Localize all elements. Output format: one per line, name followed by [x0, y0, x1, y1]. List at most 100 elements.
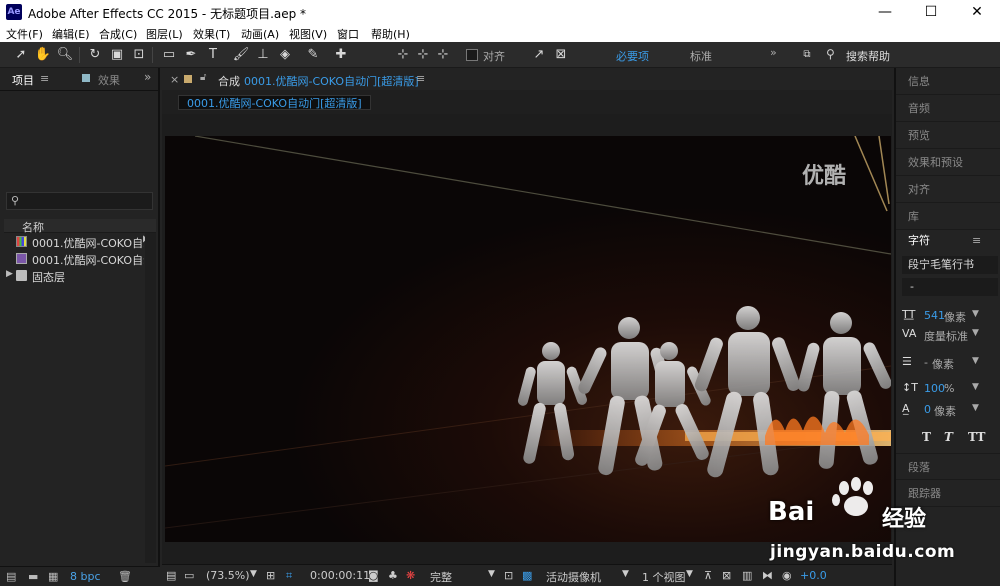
panel-effects-presets[interactable]: 效果和预设 [896, 149, 1000, 176]
rectangle-tool-icon[interactable]: ▭ [160, 46, 178, 64]
fast-preview-icon[interactable]: ⊠ [722, 569, 731, 582]
minimize-button[interactable]: — [862, 0, 908, 24]
leading-value[interactable]: - [924, 356, 928, 369]
sync-settings-icon[interactable]: ⧉ [798, 46, 816, 64]
panel-info[interactable]: 信息 [896, 68, 1000, 95]
menu-layer[interactable]: 图层(L) [146, 26, 183, 42]
view-axis-icon[interactable]: ⊹ [434, 46, 452, 64]
project-panel-menu-icon[interactable]: ≡ [40, 72, 49, 85]
workspace-more-icon[interactable]: » [770, 46, 777, 59]
new-folder-icon[interactable]: ▬ [28, 570, 38, 583]
chevron-down-icon[interactable]: ▼ [488, 569, 495, 579]
camera-dropdown[interactable]: 活动摄像机 [546, 569, 601, 585]
project-item[interactable]: 0001.优酷网-COKO自动 [4, 234, 144, 250]
maximize-button[interactable]: ☐ [908, 0, 954, 24]
faux-italic-button[interactable]: T [944, 430, 953, 444]
brush-tool-icon[interactable]: 🖌︎ [232, 46, 250, 64]
rotate-tool-icon[interactable]: ↻ [86, 46, 104, 64]
chevron-down-icon[interactable]: ▼ [686, 569, 693, 579]
new-composition-icon[interactable]: ▦ [48, 570, 58, 583]
view-layout-dropdown[interactable]: 1 个视图 [642, 569, 686, 585]
menu-help[interactable]: 帮助(H) [371, 26, 410, 42]
panel-preview[interactable]: 预览 [896, 122, 1000, 149]
tab-effects[interactable]: 效果 [98, 72, 120, 88]
close-tab-icon[interactable]: × [170, 73, 179, 86]
color-channel-icon[interactable]: ❋ [406, 569, 415, 582]
close-button[interactable]: ✕ [954, 0, 1000, 24]
workspace-standard[interactable]: 标准 [690, 48, 712, 64]
pen-tool-icon[interactable]: ✒ [182, 46, 200, 64]
chevron-down-icon[interactable]: ▼ [972, 403, 979, 413]
faux-bold-button[interactable]: T [922, 430, 931, 444]
snap-feature-icon[interactable]: ⊠ [552, 46, 570, 64]
zoom-dropdown[interactable]: (73.5%) [206, 569, 250, 582]
composition-panel-menu-icon[interactable]: ≡ [416, 72, 425, 85]
chevron-down-icon[interactable]: ▼ [972, 309, 979, 319]
show-snapshot-icon[interactable]: ♣ [388, 569, 398, 582]
always-preview-icon[interactable]: ▤ [166, 569, 176, 582]
puppet-pin-tool-icon[interactable]: ✚ [332, 46, 350, 64]
menu-window[interactable]: 窗口 [337, 26, 359, 42]
menu-effect[interactable]: 效果(T) [193, 26, 230, 42]
menu-view[interactable]: 视图(V) [289, 26, 327, 42]
toggle-pixel-aspect-icon[interactable]: ⊼ [704, 569, 712, 582]
monitor-icon[interactable]: ▭ [184, 569, 194, 582]
project-search-input[interactable]: ⚲ [6, 192, 153, 210]
composition-tab-label[interactable]: 合成 [218, 73, 240, 89]
left-panel-more-icon[interactable]: » [144, 70, 151, 84]
font-size-value[interactable]: 541 [924, 309, 945, 322]
delete-icon[interactable]: 🗑︎ [118, 570, 132, 583]
camera-tool-icon[interactable]: ▣ [108, 46, 126, 64]
panel-libraries[interactable]: 库 [896, 203, 1000, 230]
eraser-tool-icon[interactable]: ◈ [276, 46, 294, 64]
kerning-value[interactable]: 度量标准 [924, 328, 968, 344]
pan-behind-tool-icon[interactable]: ⊡ [130, 46, 148, 64]
transparency-grid-icon[interactable]: ▩ [522, 569, 532, 582]
chevron-down-icon[interactable]: ▼ [250, 569, 257, 579]
tab-project[interactable]: 项目 [12, 72, 34, 88]
vertical-scale-value[interactable]: 100 [924, 382, 945, 395]
all-caps-button[interactable]: TT [968, 430, 985, 444]
region-of-interest-icon[interactable]: ⊡ [504, 569, 513, 582]
timeline-icon[interactable]: ▥ [742, 569, 752, 582]
workspace-essentials[interactable]: 必要项 [616, 48, 649, 64]
lock-icon[interactable]: 🔓︎ [200, 72, 206, 83]
zoom-tool-icon[interactable]: 🔍︎ [56, 46, 74, 64]
resolution-dropdown[interactable]: 完整 [430, 569, 452, 585]
font-family-dropdown[interactable]: 段宁毛笔行书 [902, 256, 998, 274]
character-menu-icon[interactable]: ≡ [972, 230, 981, 252]
chevron-down-icon[interactable]: ▼ [622, 569, 629, 579]
snap-edge-icon[interactable]: ↗ [530, 46, 548, 64]
mask-visibility-icon[interactable]: ⌗ [286, 569, 292, 583]
panel-audio[interactable]: 音频 [896, 95, 1000, 122]
interpret-footage-icon[interactable]: ▤ [6, 570, 16, 583]
column-name[interactable]: 名称 [22, 219, 44, 235]
selection-tool-icon[interactable]: ➚ [12, 46, 30, 64]
chevron-down-icon[interactable]: ▼ [972, 382, 979, 392]
world-axis-icon[interactable]: ⊹ [414, 46, 432, 64]
chevron-down-icon[interactable]: ▼ [972, 356, 979, 366]
panel-align[interactable]: 对齐 [896, 176, 1000, 203]
roto-brush-tool-icon[interactable]: ✎ [304, 46, 322, 64]
expand-triangle-icon[interactable]: ▶ [6, 269, 13, 279]
timecode[interactable]: 0:00:00:11 [310, 569, 370, 582]
font-style-dropdown[interactable]: - [902, 278, 998, 296]
bit-depth-button[interactable]: 8 bpc [70, 570, 101, 583]
search-help-icon[interactable]: ⚲ [826, 47, 835, 61]
snapshot-icon[interactable]: ◙ [368, 569, 379, 582]
baseline-value[interactable]: 0 [924, 403, 931, 416]
menu-composition[interactable]: 合成(C) [99, 26, 137, 42]
search-help-input[interactable]: 搜索帮助 [846, 48, 890, 64]
composition-tab-name[interactable]: 0001.优酷网-COKO自动门[超清版] [244, 73, 419, 89]
safe-margins-icon[interactable]: ⊞ [266, 569, 275, 582]
chevron-down-icon[interactable]: ▼ [972, 328, 979, 338]
local-axis-icon[interactable]: ⊹ [394, 46, 412, 64]
project-item[interactable]: 0001.优酷网-COKO自动 [4, 251, 144, 267]
type-tool-icon[interactable]: T [204, 46, 222, 64]
hand-tool-icon[interactable]: ✋ [34, 46, 52, 64]
clone-stamp-tool-icon[interactable]: ⊥ [254, 46, 272, 64]
menu-edit[interactable]: 编辑(E) [52, 26, 90, 42]
menu-animation[interactable]: 动画(A) [241, 26, 279, 42]
comp-breadcrumb[interactable]: 0001.优酷网-COKO自动门[超清版] [178, 95, 371, 110]
project-item[interactable]: ▶ 固态层 [4, 268, 144, 284]
